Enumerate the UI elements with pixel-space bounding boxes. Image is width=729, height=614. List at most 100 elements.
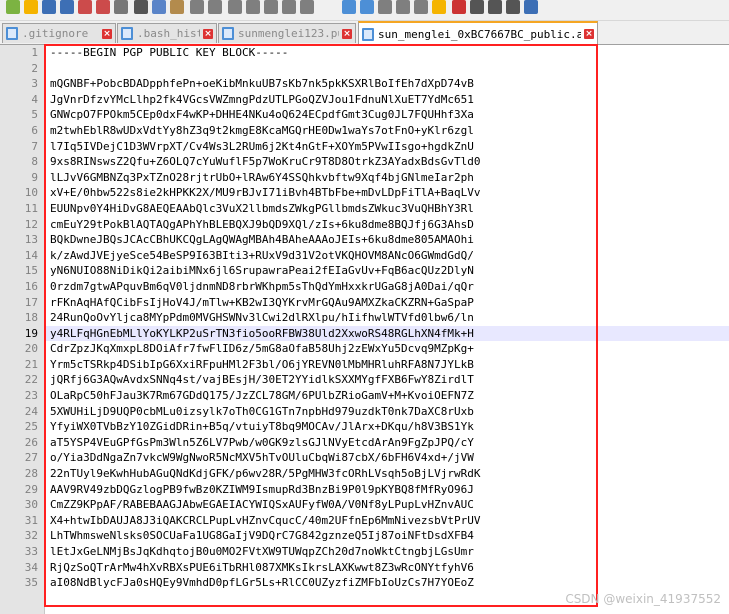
tab-label: sun_menglei_0xBC7667BC_public.asc xyxy=(378,27,581,41)
line-number: 27 xyxy=(24,451,38,465)
text-line: rFKnAqHAfQCibFsIjHoV4J/mTlw+KB2wI3QYKrvM… xyxy=(50,295,474,309)
line-number: 24 xyxy=(24,404,38,418)
text-editor[interactable]: -----BEGIN PGP PUBLIC KEY BLOCK----- mQGN… xyxy=(45,45,729,614)
line-number: 34 xyxy=(24,560,38,574)
file-icon xyxy=(121,27,133,40)
tab-label: .gitignore xyxy=(22,27,89,40)
save-all-icon[interactable] xyxy=(60,0,74,14)
text-line: 24RunQoOvYljca8MYpPdm0MVGHSWNv3lCwi2dlRX… xyxy=(50,311,474,325)
play-macro-icon[interactable] xyxy=(488,0,502,14)
tab-sunmenglei123-pub[interactable]: sunmenglei123.pub × xyxy=(218,23,356,43)
line-number: 16 xyxy=(24,279,38,293)
text-line: 5XWUHiLjD9UQP0cbMLu0izsylk7oTh0CG1GTn7np… xyxy=(50,404,474,418)
tab-bar: .gitignore × .bash_history × sunmenglei1… xyxy=(0,21,729,45)
file-icon xyxy=(222,27,234,40)
text-line: JgVnrDfzvYMcLlhp2fk4VGcsVWZmngPdzUTLPGoQ… xyxy=(50,92,474,106)
save-icon[interactable] xyxy=(42,0,56,14)
zoom-out-icon[interactable] xyxy=(282,0,296,14)
line-number: 20 xyxy=(24,342,38,356)
line-number: 7 xyxy=(31,139,38,153)
zoom-in-icon[interactable] xyxy=(264,0,278,14)
text-line: LhTWhmsweNlsks0SOCUaFa1UG8GaIjV9DQrC7G84… xyxy=(50,529,474,543)
text-line: EUUNpv0Y4HiDvG8AEQEAAbQlc3VuX2llbmdsZWkg… xyxy=(50,201,474,215)
text-line: CmZZ9KPpAF/RABEBAAGJAbwEGAEIACYWIQSxAUFy… xyxy=(50,498,474,512)
text-line: 0rzdm7gtwAPquvBm6qV0ljdnmND8rbrWKhpm5sTh… xyxy=(50,279,474,293)
folder-workspace-icon[interactable] xyxy=(432,0,446,14)
close-all-icon[interactable] xyxy=(96,0,110,14)
stop-macro-icon[interactable] xyxy=(470,0,484,14)
undo-icon[interactable] xyxy=(190,0,204,14)
text-line: cmEuY29tPokBlAQTAQgAPhYhBLEBQXJ9bQD9XQl/… xyxy=(50,217,474,231)
line-number: 2 xyxy=(31,61,38,75)
wrap-icon[interactable] xyxy=(342,0,356,14)
text-line: lLJvV6GMBNZq3PxTZnO28rjtrUbO+lRAw6Y4SSQh… xyxy=(50,170,474,184)
doc-map-icon[interactable] xyxy=(396,0,410,14)
text-line: BQkDwneJBQsJCAcCBhUKCQgLAgQWAgMBAh4BAheA… xyxy=(50,233,474,247)
watermark: CSDN @weixin_41937552 xyxy=(565,592,721,606)
text-line: aI08NdBlycFJa0sHQEy9VmhdD0pfLGr5Ls+RlCC0… xyxy=(50,576,474,590)
text-line: X4+htwIbDAUJA8J3iQAKCRCLPupLvHZnvCqucC/4… xyxy=(50,513,481,527)
line-number: 35 xyxy=(24,576,38,590)
tab-label: .bash_history xyxy=(137,27,200,40)
close-icon[interactable] xyxy=(78,0,92,14)
text-line: YfyiWX0TVbBzY10ZGidDRin+B5q/vtuiyT8bq9MO… xyxy=(50,420,474,434)
line-number: 14 xyxy=(24,248,38,262)
line-number: 10 xyxy=(24,186,38,200)
line-number: 12 xyxy=(24,217,38,231)
replace-icon[interactable] xyxy=(246,0,260,14)
cut-icon[interactable] xyxy=(134,0,148,14)
show-all-icon[interactable] xyxy=(360,0,374,14)
close-tab-icon[interactable]: × xyxy=(584,29,594,39)
line-number: 9 xyxy=(31,170,38,184)
open-file-icon[interactable] xyxy=(24,0,38,14)
line-number: 4 xyxy=(31,92,38,106)
text-line: o/Yia3DdNgaZn7vkcW9WgNwoR5NcMXV5hTvOUluC… xyxy=(50,451,474,465)
line-number: 28 xyxy=(24,467,38,481)
record-macro-icon[interactable] xyxy=(452,0,466,14)
line-number: 3 xyxy=(31,77,38,91)
text-line: jQRfj6G3AQwAvdxSNNq4st/vajBEsjH/30ET2YYi… xyxy=(50,373,474,387)
text-line: aT5YSP4VEuGPfGsPm3Wln5Z6LV7Pwb/w0GK9zlsG… xyxy=(50,435,474,449)
copy-icon[interactable] xyxy=(152,0,166,14)
line-number: 15 xyxy=(24,264,38,278)
tab-public-key-asc[interactable]: sun_menglei_0xBC7667BC_public.asc × xyxy=(358,21,598,44)
indent-guide-icon[interactable] xyxy=(378,0,392,14)
line-number: 1 xyxy=(31,46,38,59)
text-line: k/zAwdJVEjyeSce54BeSP9I63BIti3+RUxV9d31V… xyxy=(50,248,474,262)
line-number: 6 xyxy=(31,123,38,137)
line-number: 29 xyxy=(24,482,38,496)
find-icon[interactable] xyxy=(228,0,242,14)
file-icon xyxy=(6,27,18,40)
close-tab-icon[interactable]: × xyxy=(102,28,112,39)
line-number: 22 xyxy=(24,373,38,387)
tab-gitignore[interactable]: .gitignore × xyxy=(2,23,116,43)
text-line: 9xs8RINswsZ2Qfu+Z6OLQ7cYuWuflF5p7WoKruCr… xyxy=(50,155,481,169)
save-macro-icon[interactable] xyxy=(524,0,538,14)
line-number: 33 xyxy=(24,545,38,558)
text-line: OLaRpC50hFJau3K7Rm67GDdQ175/JzZCL78GM/6P… xyxy=(50,389,474,403)
run-macro-multiple-icon[interactable] xyxy=(506,0,520,14)
line-number: 13 xyxy=(24,233,38,247)
line-number: 21 xyxy=(24,357,38,371)
line-number: 11 xyxy=(24,201,38,215)
new-file-icon[interactable] xyxy=(6,0,20,14)
text-line: GNWcpO7FPOkm5CEp0dxF4wKP+DHHE4NKu4oQ624E… xyxy=(50,108,474,122)
redo-icon[interactable] xyxy=(208,0,222,14)
line-number: 8 xyxy=(31,155,38,169)
text-line: CdrZpzJKqXmxpL8DOiAfr7fwFlID6z/5mG8aOfaB… xyxy=(50,342,474,356)
tab-label: sunmenglei123.pub xyxy=(238,27,339,40)
file-icon xyxy=(362,27,374,41)
text-line: l7Iq5IVDejC1D3WVrpXT/Cv4Ws3L2RUm6j2Kt4nG… xyxy=(50,139,474,153)
text-line: AAV9RV49zbDQGzlogPB9fwBz0KZIWM9IsmupRd3B… xyxy=(50,482,474,496)
tab-bash-history[interactable]: .bash_history × xyxy=(117,23,217,43)
paste-icon[interactable] xyxy=(170,0,184,14)
line-number: 19 xyxy=(24,326,38,340)
print-icon[interactable] xyxy=(114,0,128,14)
line-number: 32 xyxy=(24,529,38,543)
close-tab-icon[interactable]: × xyxy=(342,28,352,39)
sync-scroll-icon[interactable] xyxy=(300,0,314,14)
line-number: 5 xyxy=(31,108,38,122)
text-line: lEtJxGeLNMjBsJqKdhqtojB0u0MO2FVtXW9TUWqp… xyxy=(50,545,474,558)
close-tab-icon[interactable]: × xyxy=(203,28,213,39)
function-list-icon[interactable] xyxy=(414,0,428,14)
